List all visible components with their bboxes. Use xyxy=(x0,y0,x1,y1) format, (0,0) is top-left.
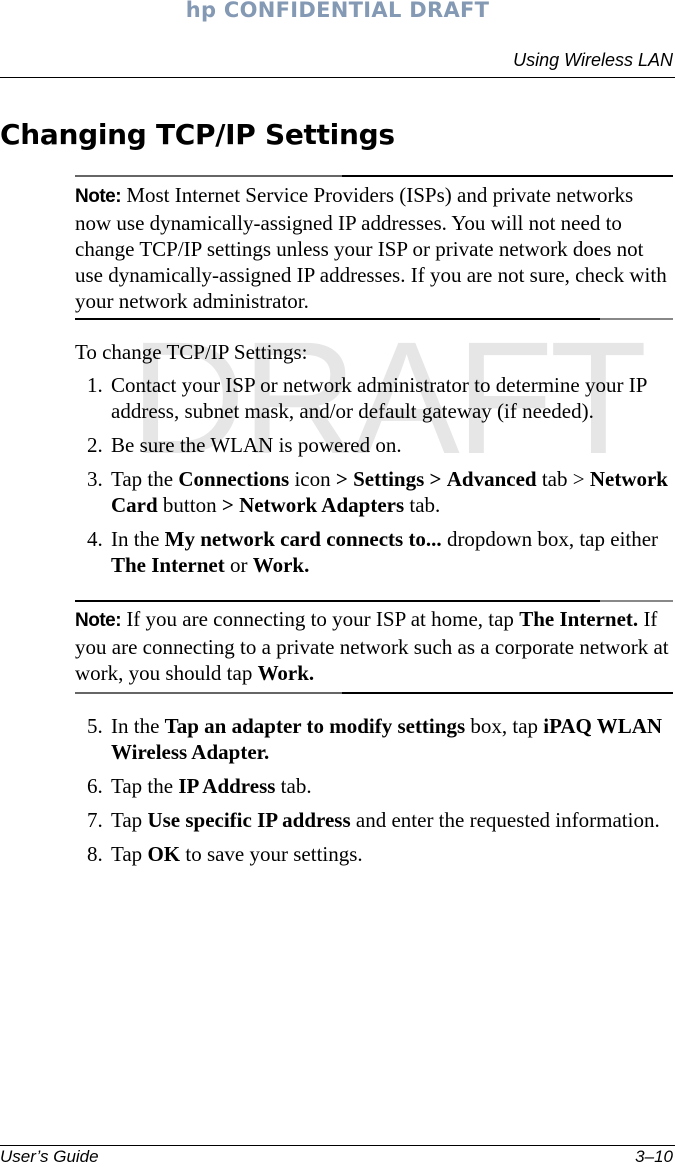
note-text: If you are connecting to your ISP at hom… xyxy=(75,607,669,685)
step-item: 5. In the Tap an adapter to modify settin… xyxy=(87,713,675,765)
note-box-isp: Note: Most Internet Service Providers (I… xyxy=(75,182,673,314)
step-number: 4. xyxy=(87,527,103,551)
running-head: Using Wireless LAN xyxy=(513,50,673,70)
steps-list-a: 1. Contact your ISP or network administra… xyxy=(87,372,675,586)
intro-text: To change TCP/IP Settings: xyxy=(75,340,308,364)
step-item: 7. Tap Use specific IP address and enter … xyxy=(87,807,675,833)
confidential-banner: hp CONFIDENTIAL DRAFT xyxy=(185,0,490,22)
step-item: 8. Tap OK to save your settings. xyxy=(87,841,675,867)
steps-list-b: 5. In the Tap an adapter to modify settin… xyxy=(87,713,675,875)
text-run: Contact your ISP or network administrato… xyxy=(111,373,647,423)
bold-term: Use specific IP address xyxy=(147,808,351,832)
note-label: Note: xyxy=(75,610,122,631)
text-run: tab > xyxy=(536,467,590,491)
bold-term: Work. xyxy=(257,661,315,685)
text-run: button xyxy=(157,493,222,517)
text-run: to save your settings. xyxy=(180,842,363,866)
text-run: Be sure the WLAN is powered on. xyxy=(111,433,402,457)
section-title: Changing TCP/IP Settings xyxy=(0,118,395,151)
bold-term: OK xyxy=(147,842,181,866)
step-number: 3. xyxy=(87,467,103,491)
text-run: If you are connecting to your ISP at hom… xyxy=(121,607,520,631)
text-run: dropdown box, tap either xyxy=(441,527,659,551)
footer-rule xyxy=(0,1145,675,1146)
note-text: Most Internet Service Providers (ISPs) a… xyxy=(75,183,667,313)
step-item: 6. Tap the IP Address tab. xyxy=(87,773,675,799)
bold-term: IP Address xyxy=(178,774,276,798)
text-run: In the xyxy=(111,527,165,551)
bold-term: > xyxy=(335,467,348,491)
bold-term: > xyxy=(221,493,234,517)
step-item: 4. In the My network card connects to... … xyxy=(87,526,675,578)
bold-term: > xyxy=(429,467,442,491)
bold-term: Connections xyxy=(178,467,290,491)
text-run: Tap the xyxy=(111,774,179,798)
text-run: icon xyxy=(289,467,336,491)
text-run: box, tap xyxy=(465,714,544,738)
step-number: 2. xyxy=(87,433,103,457)
page-number: 3–10 xyxy=(635,1147,673,1166)
bold-term: Work. xyxy=(252,553,310,577)
note-label: Note: xyxy=(75,186,122,207)
text-run: tab. xyxy=(275,774,312,798)
bold-term: The Internet. xyxy=(519,607,639,631)
note-top-rule xyxy=(75,175,673,177)
step-number: 7. xyxy=(87,808,103,832)
note-bottom-rule xyxy=(75,318,673,320)
note-box-connection: Note: If you are connecting to your ISP … xyxy=(75,606,673,686)
text-run: tab. xyxy=(404,493,441,517)
text-run: Tap xyxy=(111,842,148,866)
text-run: Tap xyxy=(111,808,148,832)
text-run: and enter the requested information. xyxy=(350,808,660,832)
header-rule xyxy=(0,77,675,78)
text-run: In the xyxy=(111,714,165,738)
step-number: 1. xyxy=(87,373,103,397)
step-number: 5. xyxy=(87,714,103,738)
step-number: 6. xyxy=(87,774,103,798)
step-number: 8. xyxy=(87,842,103,866)
bold-term: Settings xyxy=(353,467,425,491)
text-run: Tap the xyxy=(111,467,179,491)
step-item: 1. Contact your ISP or network administra… xyxy=(87,372,675,424)
bold-term: Advanced xyxy=(446,467,537,491)
note2-bottom-rule xyxy=(75,692,673,694)
step-item: 3. Tap the Connections icon > Settings > … xyxy=(87,466,675,518)
step-item: 2. Be sure the WLAN is powered on. xyxy=(87,432,675,458)
bold-term: The Internet xyxy=(111,553,225,577)
bold-term: Tap an adapter to modify settings xyxy=(164,714,466,738)
footer-title: User’s Guide xyxy=(0,1147,99,1166)
bold-term: Network Adapters xyxy=(239,493,405,517)
bold-term: My network card connects to... xyxy=(164,527,442,551)
text-run: or xyxy=(224,553,253,577)
note2-top-rule xyxy=(75,600,673,602)
